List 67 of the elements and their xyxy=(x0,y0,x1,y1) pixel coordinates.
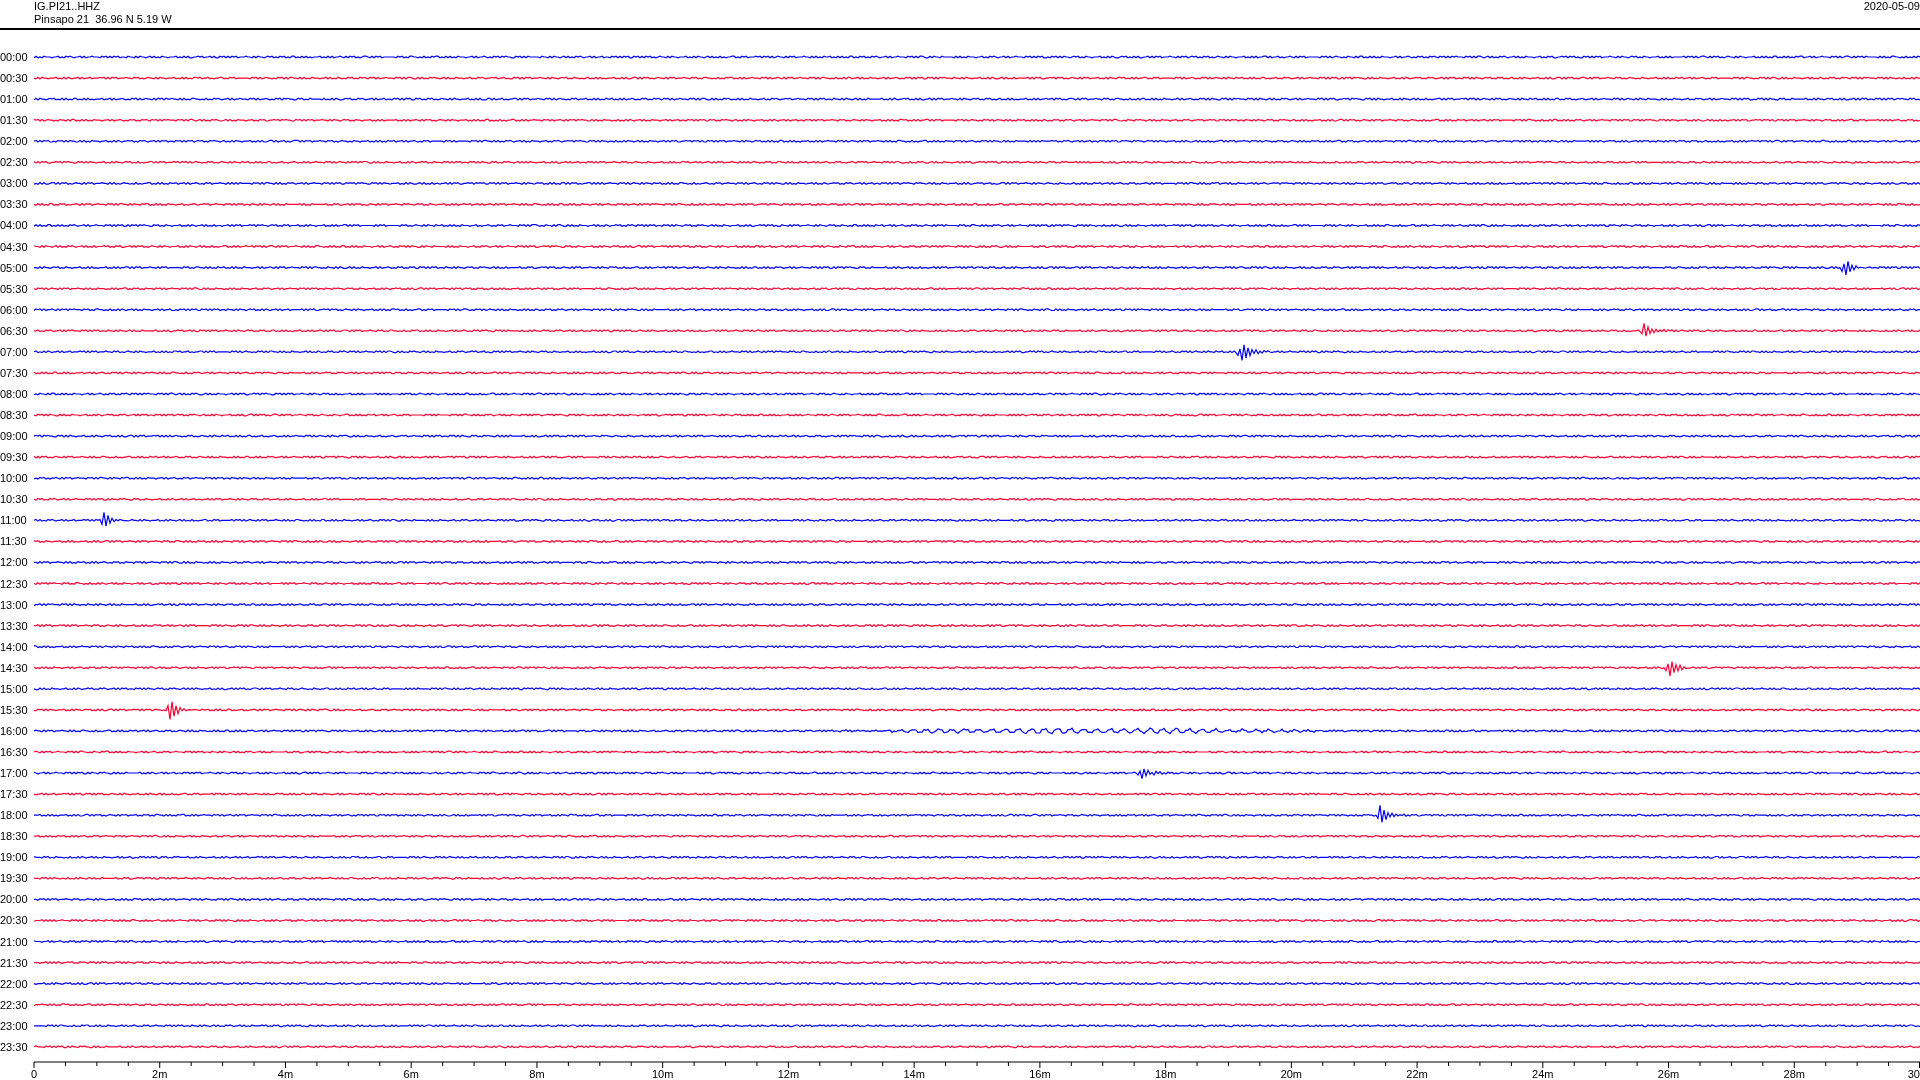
axis-tick-label: 2m xyxy=(152,1068,168,1078)
axis-tick-label: 4m xyxy=(277,1068,294,1078)
time-label: 08:00 xyxy=(0,387,28,400)
time-label: 17:00 xyxy=(0,767,28,780)
axis-tick-label: 18m xyxy=(1154,1068,1177,1078)
time-label: 02:30 xyxy=(0,156,28,169)
axis-tick-label: 14m xyxy=(903,1068,925,1078)
time-label: 03:30 xyxy=(0,198,28,211)
time-label: 02:00 xyxy=(0,135,28,148)
time-label: 15:30 xyxy=(0,703,28,716)
time-label: 14:00 xyxy=(0,640,28,653)
time-label: 17:30 xyxy=(0,788,28,801)
time-label: 22:30 xyxy=(0,998,28,1011)
time-label: 10:30 xyxy=(0,493,28,506)
time-label: 13:30 xyxy=(0,619,28,632)
time-label: 23:00 xyxy=(0,1019,28,1032)
time-label: 22:00 xyxy=(0,977,28,990)
time-label: 00:30 xyxy=(0,72,28,85)
time-label: 01:00 xyxy=(0,93,28,106)
time-label: 09:00 xyxy=(0,430,28,443)
axis-tick-label: 16m xyxy=(1029,1068,1051,1078)
axis-tick-label: 24m xyxy=(1532,1068,1554,1078)
time-label: 16:00 xyxy=(0,724,28,737)
time-label: 05:30 xyxy=(0,282,28,295)
time-label: 00:00 xyxy=(0,51,28,63)
date-label: 2020-05-09 xyxy=(1863,0,1920,14)
axis-tick-label: 28m xyxy=(1783,1068,1805,1078)
time-label: 05:00 xyxy=(0,261,28,274)
time-label: 04:30 xyxy=(0,240,28,253)
time-label: 12:30 xyxy=(0,577,28,590)
time-label: 14:30 xyxy=(0,661,28,674)
time-label: 12:00 xyxy=(0,556,28,569)
time-label: 03:00 xyxy=(0,177,28,190)
time-label: 06:00 xyxy=(0,303,28,316)
time-label: 07:30 xyxy=(0,366,28,379)
time-label: 21:00 xyxy=(0,935,28,948)
time-label: 11:30 xyxy=(0,535,27,548)
axis-tick-label: 26m xyxy=(1657,1068,1680,1078)
time-label: 21:30 xyxy=(0,956,28,969)
time-label: 07:00 xyxy=(0,345,28,358)
time-label: 06:30 xyxy=(0,324,28,337)
axis-tick-label: 12m xyxy=(777,1068,800,1078)
axis-tick-label: 30 xyxy=(1907,1068,1920,1078)
axis-tick-label: 6m xyxy=(403,1068,419,1078)
time-label: 23:30 xyxy=(0,1040,28,1053)
time-label: 09:30 xyxy=(0,451,28,464)
channel-code: IG.PI21..HHZ xyxy=(34,0,102,13)
time-label: 13:00 xyxy=(0,598,28,611)
time-label: 18:00 xyxy=(0,809,28,822)
axis-tick-label: 22m xyxy=(1406,1068,1428,1078)
time-label: 16:30 xyxy=(0,746,28,758)
axis-tick-label: 20m xyxy=(1280,1068,1303,1078)
axis-tick-label: 10m xyxy=(651,1068,674,1078)
time-label: 11:00 xyxy=(0,514,27,527)
time-label: 19:00 xyxy=(0,851,28,864)
time-label: 15:00 xyxy=(0,682,28,695)
time-label: 20:00 xyxy=(0,893,28,906)
axis-tick-label: 8m xyxy=(529,1068,545,1078)
time-label: 20:30 xyxy=(0,914,28,927)
time-label: 01:30 xyxy=(0,114,28,127)
station-info: Pinsapo 21 36.96 N 5.19 W xyxy=(34,13,172,26)
time-label: 08:30 xyxy=(0,409,28,421)
time-label: 04:00 xyxy=(0,219,28,232)
time-label: 10:00 xyxy=(0,472,28,485)
time-label: 18:30 xyxy=(0,830,28,843)
axis-tick-label: 0 xyxy=(31,1068,38,1078)
time-label: 19:30 xyxy=(0,872,28,885)
